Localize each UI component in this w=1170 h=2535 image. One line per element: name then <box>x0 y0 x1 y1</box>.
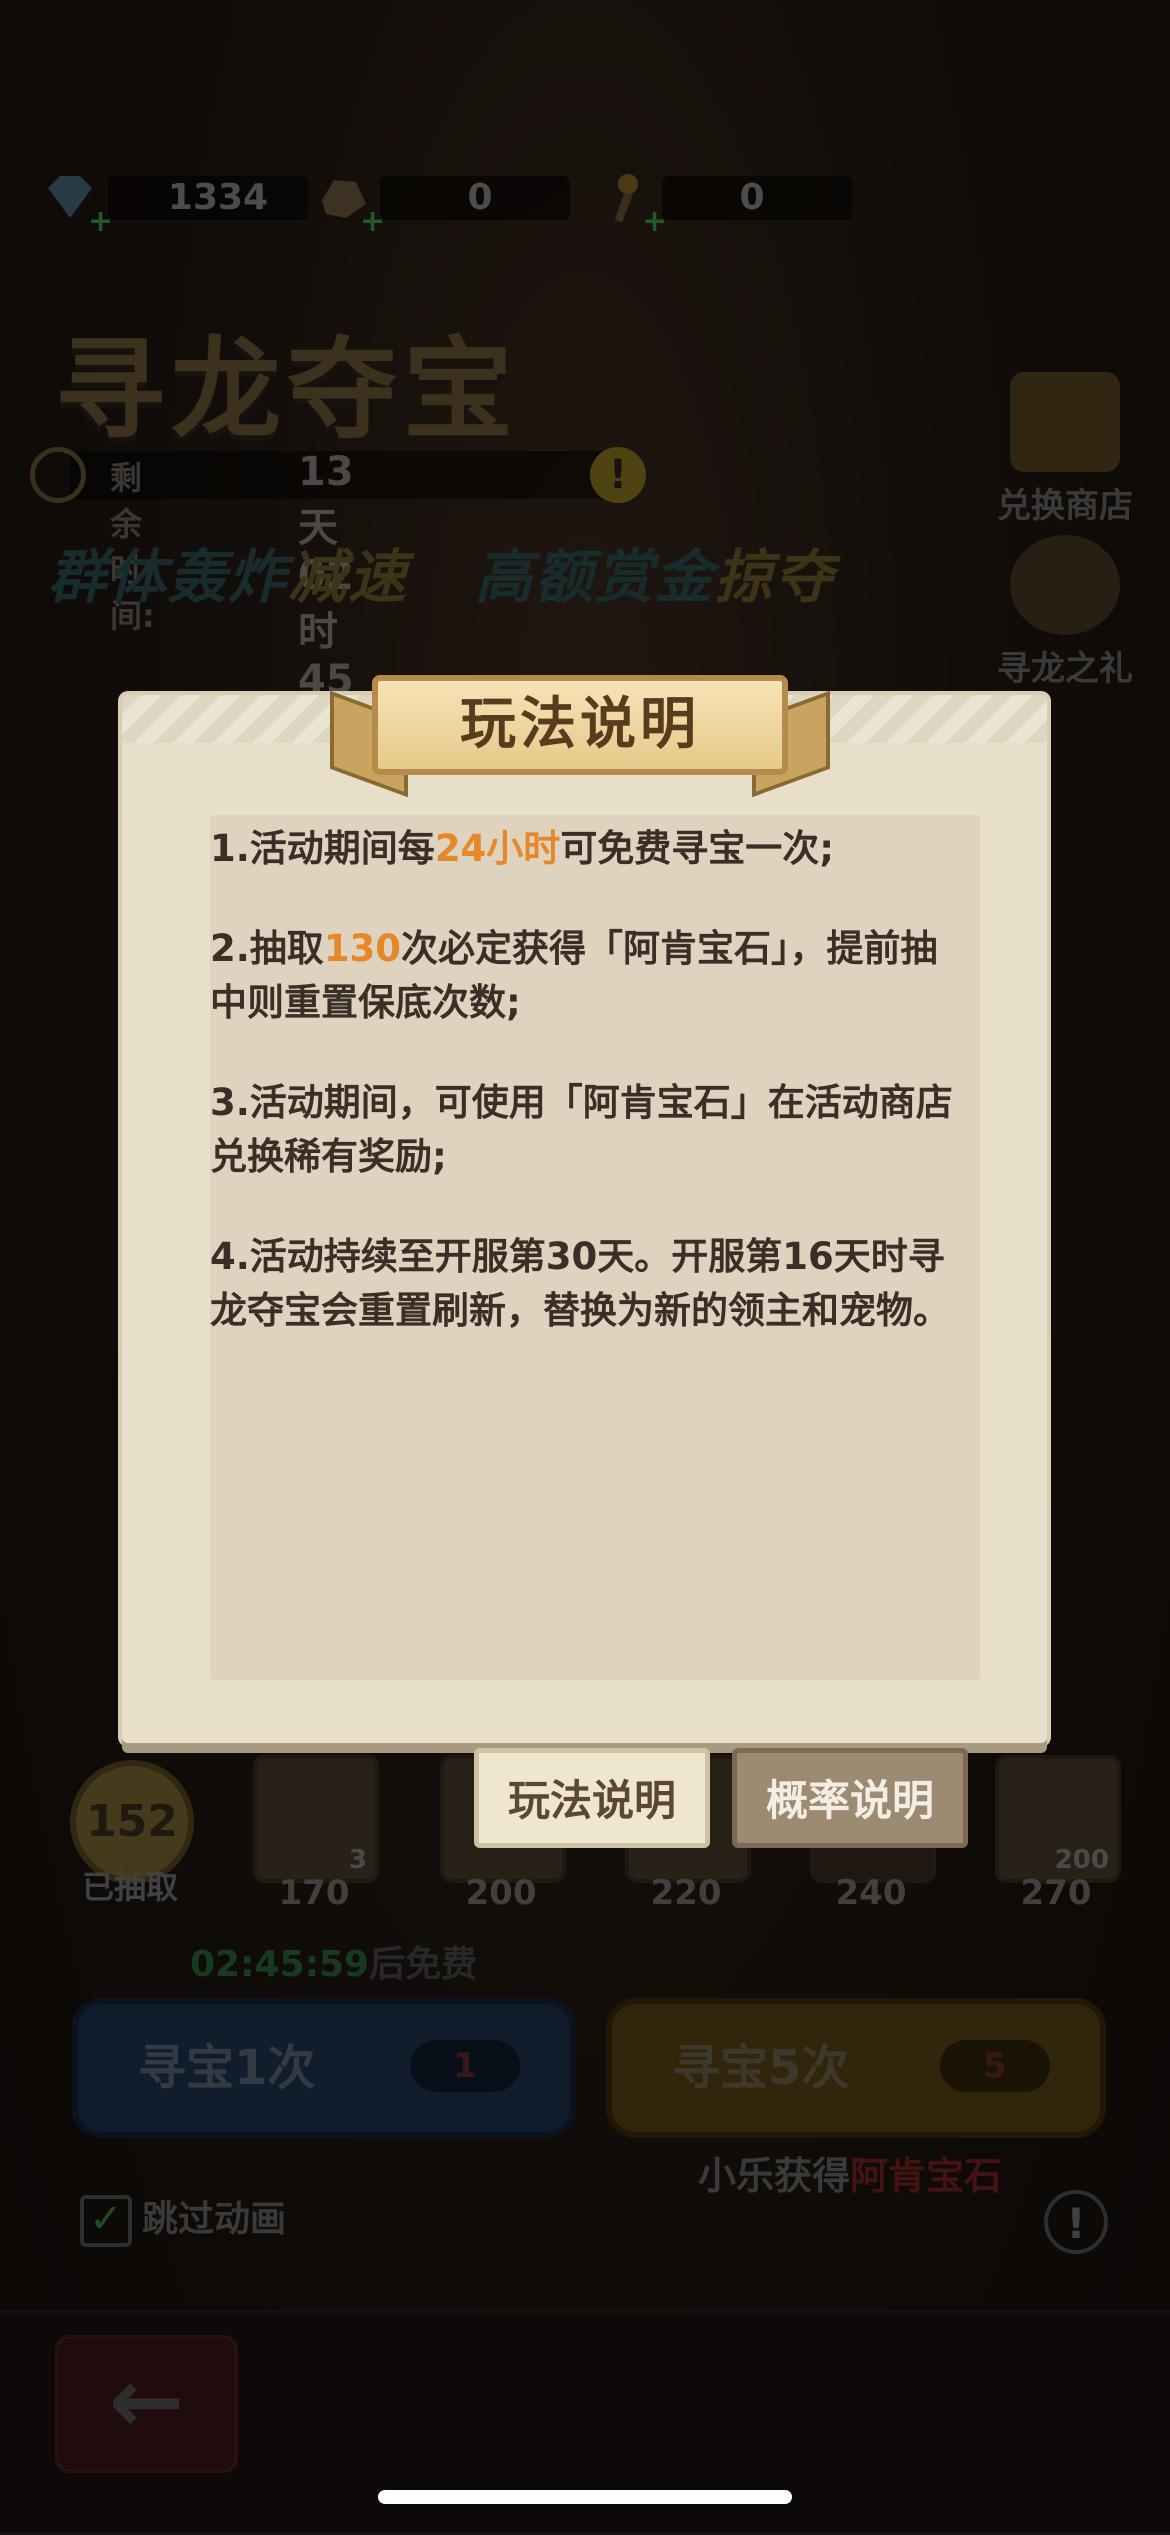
draw-five-cost: 5 <box>940 2040 1050 2092</box>
dragon-gift-button[interactable]: 寻龙之礼 <box>990 535 1140 690</box>
checkmark-icon: ✓ <box>80 2195 132 2247</box>
exchange-shop-label: 兑换商店 <box>997 486 1133 526</box>
draw-once-cost: 1 <box>410 2040 520 2092</box>
milestone-label: 270 <box>1020 1873 1092 1913</box>
dragon-gift-label: 寻龙之礼 <box>997 649 1133 689</box>
event-slogan: 群体轰炸减速 高额赏金掠夺 <box>48 543 835 611</box>
milestone-reward[interactable]: 200 <box>995 1755 1121 1883</box>
ore-count: 0 <box>467 177 493 218</box>
currency-diamonds[interactable]: + 1334 <box>38 170 308 239</box>
modal-title-banner: 玩法说明 <box>330 675 830 798</box>
skip-animation-toggle[interactable]: ✓ 跳过动画 <box>80 2190 286 2247</box>
milestone-label: 200 <box>465 1873 537 1913</box>
plus-icon: + <box>360 204 386 239</box>
skip-animation-label: 跳过动画 <box>142 2199 287 2240</box>
draw-five-label: 寻宝5次 <box>672 2040 850 2096</box>
win-ticker: 小乐获得阿肯宝石 <box>697 2154 1003 2198</box>
home-indicator[interactable] <box>378 2490 792 2504</box>
currency-ore[interactable]: + 0 <box>310 170 570 239</box>
tab-probability[interactable]: 概率说明 <box>732 1748 968 1848</box>
back-arrow-icon: ← <box>108 2349 185 2454</box>
plus-icon: + <box>642 204 668 239</box>
rules-text: 1.活动期间每24小时可免费寻宝一次; 2.抽取130次必定获得「阿肯宝石」，提… <box>210 822 970 1384</box>
currency-torch[interactable]: + 0 <box>592 170 852 239</box>
clock-icon <box>30 447 86 503</box>
rule-item: 2.抽取130次必定获得「阿肯宝石」，提前抽中则重置保底次数; <box>210 927 938 1024</box>
rule-item: 1.活动期间每24小时可免费寻宝一次; <box>210 827 835 870</box>
milestone-reward[interactable]: 3 <box>253 1755 379 1883</box>
torch-count: 0 <box>739 177 765 218</box>
rule-item: 4.活动持续至开服第30天。开服第16天时寻龙夺宝会重置刷新，替换为新的领主和宠… <box>210 1235 950 1332</box>
records-info-button[interactable]: ! <box>1044 2190 1108 2254</box>
exchange-shop-button[interactable]: 兑换商店 <box>990 372 1140 527</box>
modal-title: 玩法说明 <box>372 675 788 775</box>
dragon-emblem-icon <box>1010 535 1120 635</box>
plus-icon: + <box>88 204 114 239</box>
event-title: 寻龙夺宝 <box>55 326 519 454</box>
treasure-chest-icon <box>1010 372 1120 472</box>
milestone-label: 170 <box>278 1873 350 1913</box>
draw-five-button[interactable]: 寻宝5次 5 <box>606 1998 1106 2138</box>
draw-once-button[interactable]: 寻宝1次 1 <box>72 1998 576 2138</box>
info-icon[interactable]: ! <box>590 447 646 503</box>
milestone-label: 240 <box>835 1873 907 1913</box>
diamond-count: 1334 <box>167 177 269 218</box>
milestone-label: 220 <box>650 1873 722 1913</box>
rule-item: 3.活动期间，可使用「阿肯宝石」在活动商店兑换稀有奖励; <box>210 1081 953 1178</box>
draw-once-label: 寻宝1次 <box>138 2040 316 2096</box>
free-countdown: 02:45:59后免费 <box>190 1944 478 1985</box>
back-button[interactable]: ← <box>55 2335 238 2473</box>
tab-rules[interactable]: 玩法说明 <box>474 1748 710 1848</box>
